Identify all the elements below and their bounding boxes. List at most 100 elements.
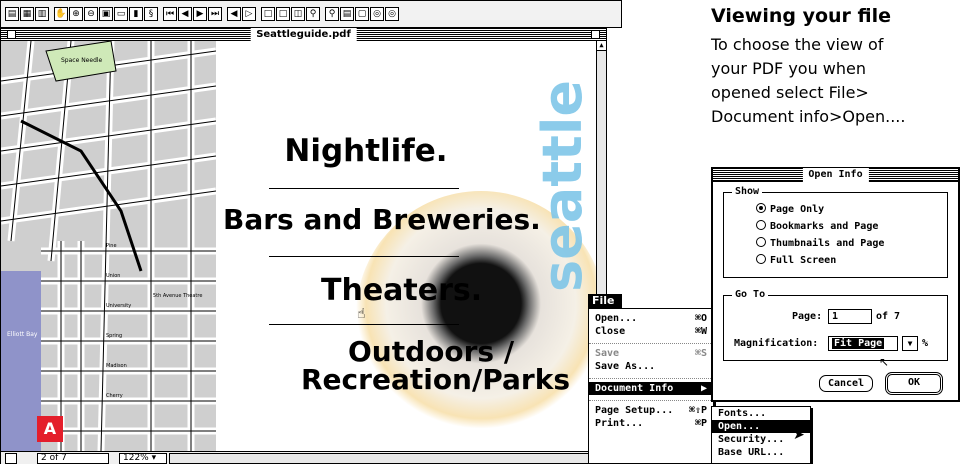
adobe-logo-icon: A (37, 416, 63, 442)
map-label-street: University (106, 303, 132, 309)
select-text-icon[interactable]: ▭ (114, 7, 128, 21)
divider (269, 188, 459, 189)
go-back-icon[interactable]: ◀ (227, 7, 241, 21)
zoom-in-icon[interactable]: ⊕ (69, 7, 83, 21)
find-again-icon[interactable]: ⚲ (325, 7, 339, 21)
close-box-icon[interactable] (7, 30, 16, 39)
zoom-box-icon[interactable] (591, 30, 600, 39)
goto-group: Go To Page: 1 of 7 Magnification: Fit Pa… (723, 289, 948, 361)
percent-label: % (922, 338, 929, 349)
menu-item-page-setup[interactable]: Page Setup... ⌘⇧P (589, 404, 713, 417)
menu-item-document-info[interactable]: Document Info ▶ (589, 382, 713, 395)
heading-nightlife[interactable]: Nightlife. (281, 133, 451, 169)
page-only-icon[interactable]: ▤ (5, 7, 19, 21)
magnification-field[interactable]: Fit Page (828, 336, 898, 351)
radio-thumbnails-and-page[interactable]: Thumbnails and Page (756, 237, 884, 251)
thumbnails-icon[interactable]: ▥ (35, 7, 49, 21)
window-titlebar[interactable]: Seattleguide.pdf (1, 28, 606, 41)
info-icon[interactable]: ◎ (370, 7, 384, 21)
map-label-street: Spring (106, 333, 123, 339)
bookmarks-icon[interactable]: ▦ (20, 7, 34, 21)
submenu-item-fonts[interactable]: Fonts... (712, 407, 810, 420)
menu-item-open[interactable]: Open... ⌘O (589, 312, 713, 325)
map-label-elliott-bay: Elliott Bay (7, 331, 38, 338)
map-label-street: Madison (106, 363, 127, 369)
ok-button[interactable]: OK (885, 372, 943, 395)
menu-separator (589, 395, 713, 401)
menu-item-save[interactable]: Save ⌘S (589, 347, 713, 360)
page-of-label: of 7 (876, 311, 901, 322)
caption-line: Document info>Open.... (711, 107, 906, 126)
zoom-value: 122% (123, 453, 149, 463)
toolbar: ▤ ▦ ▥ ✋ ⊕ ⊖ ▣ ▭ ▮ § ⏮ ◀ ▶ ⏭ ◀ ▷ □ □ ◫ ⚲ … (0, 0, 622, 28)
radio-icon (756, 237, 766, 247)
page-input[interactable]: 1 (828, 309, 872, 324)
zoom-indicator[interactable]: 122% ▾ (119, 453, 167, 464)
heading-outdoors[interactable]: Outdoors / (331, 338, 531, 366)
actual-size-icon[interactable]: □ (261, 7, 275, 21)
horizontal-scrollbar[interactable] (169, 453, 593, 464)
map-label-theatre: 5th Avenue Theatre (153, 293, 203, 299)
submenu-item-base-url[interactable]: Base URL... (712, 446, 810, 459)
page-label: Page: (792, 311, 823, 322)
find-icon[interactable]: ⚲ (306, 7, 320, 21)
go-forward-icon[interactable]: ▷ (242, 7, 256, 21)
fit-page-icon[interactable]: □ (276, 7, 290, 21)
menu-item-close[interactable]: Close ⌘W (589, 325, 713, 338)
link-tool-icon[interactable]: § (144, 7, 158, 21)
print-icon[interactable]: ▤ (340, 7, 354, 21)
arrow-cursor-icon: ➤ (793, 427, 805, 443)
heading-theaters[interactable]: Theaters. (321, 273, 482, 308)
seattle-vertical-word: seattle (531, 80, 594, 292)
cancel-button[interactable]: Cancel (819, 375, 873, 392)
document-window: Seattleguide.pdf Space Needle Elliott Ba… (0, 28, 607, 464)
magnification-dropdown-icon[interactable]: ▼ (902, 336, 918, 351)
window-title: Seattleguide.pdf (250, 28, 357, 41)
heading-bars-breweries[interactable]: Bars and Breweries. (223, 203, 541, 236)
zoom-dropdown-icon: ▾ (148, 453, 157, 463)
menu-separator (589, 373, 713, 379)
page-indicator[interactable]: 2 of 7 (37, 453, 109, 464)
caption-line: opened select File> (711, 83, 869, 102)
dialog-title: Open Info (802, 168, 869, 182)
caption-line: To choose the view of (711, 35, 884, 54)
resize-icon[interactable] (5, 453, 17, 464)
map-label-space-needle: Space Needle (61, 57, 103, 64)
last-page-icon[interactable]: ⏭ (208, 7, 222, 21)
menu-separator (589, 338, 713, 344)
status-bar: 2 of 7 122% ▾ (1, 451, 606, 464)
first-page-icon[interactable]: ⏮ (163, 7, 177, 21)
map-label-street: Pine (106, 243, 117, 249)
caption-title: Viewing your file (711, 5, 892, 27)
note-icon[interactable]: ▢ (355, 7, 369, 21)
heading-recreation-parks[interactable]: Recreation/Parks (301, 366, 570, 394)
help-icon[interactable]: ◎ (385, 7, 399, 21)
arrow-cursor-icon: ↖ (879, 355, 890, 369)
magnification-value: Fit Page (832, 338, 885, 349)
radio-icon (756, 220, 766, 230)
hand-pointer-icon: ☝ (357, 306, 366, 322)
goto-group-label: Go To (732, 289, 769, 300)
open-info-dialog: Open Info Show Page Only Bookmarks and P… (711, 167, 960, 402)
radio-bookmarks-and-page[interactable]: Bookmarks and Page (756, 220, 878, 234)
street-map: Space Needle Elliott Bay Pine Union Univ… (1, 41, 216, 451)
radio-selected-icon (756, 203, 766, 213)
menu-item-save-as[interactable]: Save As... (589, 360, 713, 373)
previous-page-icon[interactable]: ◀ (178, 7, 192, 21)
crop-tool-icon[interactable]: ▣ (99, 7, 113, 21)
fit-width-icon[interactable]: ◫ (291, 7, 305, 21)
hand-tool-icon[interactable]: ✋ (54, 7, 68, 21)
map-label-street: Cherry (106, 393, 123, 399)
select-graphic-icon[interactable]: ▮ (129, 7, 143, 21)
menu-item-print[interactable]: Print... ⌘P (589, 417, 713, 430)
divider (269, 256, 459, 257)
file-menu-title[interactable]: File (588, 294, 622, 308)
scroll-up-arrow-icon[interactable]: ▲ (597, 41, 606, 51)
pdf-page: Space Needle Elliott Bay Pine Union Univ… (1, 41, 596, 451)
radio-full-screen[interactable]: Full Screen (756, 254, 836, 268)
radio-page-only[interactable]: Page Only (756, 203, 824, 217)
zoom-out-icon[interactable]: ⊖ (84, 7, 98, 21)
next-page-icon[interactable]: ▶ (193, 7, 207, 21)
dialog-titlebar[interactable]: Open Info (713, 168, 958, 182)
show-group: Show Page Only Bookmarks and Page Thumbn… (723, 186, 948, 278)
